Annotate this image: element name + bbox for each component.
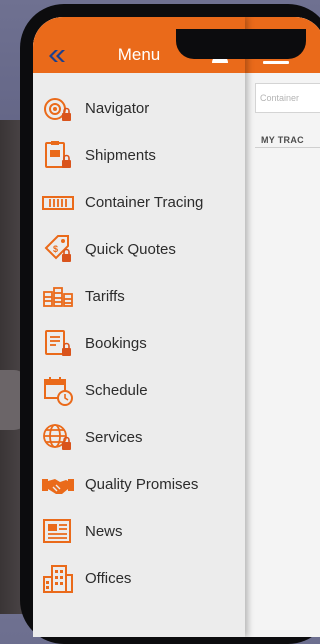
- app-screen: Container MY TRAC Menu Navigator Shipmen…: [33, 17, 320, 637]
- section-divider: [255, 147, 320, 148]
- menu-list: Navigator Shipments Container Tracing $ …: [33, 85, 245, 602]
- menu-item-quick-quotes[interactable]: $ Quick Quotes: [33, 226, 245, 273]
- menu-item-shipments[interactable]: Shipments: [33, 132, 245, 179]
- globe-services-icon: [41, 421, 75, 455]
- menu-item-container-tracing[interactable]: Container Tracing: [33, 179, 245, 226]
- menu-item-services[interactable]: Services: [33, 414, 245, 461]
- menu-item-bookings[interactable]: Bookings: [33, 320, 245, 367]
- menu-item-label: Bookings: [85, 335, 147, 352]
- bookings-icon: [41, 327, 75, 361]
- menu-item-label: News: [85, 523, 123, 540]
- menu-item-navigator[interactable]: Navigator: [33, 85, 245, 132]
- menu-item-schedule[interactable]: Schedule: [33, 367, 245, 414]
- section-title-my-tracing: MY TRAC: [261, 135, 304, 145]
- quote-tag-icon: $: [41, 233, 75, 267]
- search-input[interactable]: Container: [255, 83, 320, 113]
- menu-item-label: Offices: [85, 570, 132, 587]
- menu-item-label: Container Tracing: [85, 194, 204, 211]
- menu-item-label: Quick Quotes: [85, 241, 176, 258]
- menu-item-news[interactable]: News: [33, 508, 245, 555]
- container-icon: [41, 186, 75, 220]
- menu-item-label: Shipments: [85, 147, 156, 164]
- shipments-icon: [41, 139, 75, 173]
- phone-notch: [176, 29, 306, 59]
- svg-text:$: $: [53, 244, 58, 254]
- menu-item-label: Schedule: [85, 382, 148, 399]
- menu-item-label: Services: [85, 429, 143, 446]
- newspaper-icon: [41, 515, 75, 549]
- menu-item-label: Tariffs: [85, 288, 125, 305]
- tariffs-icon: [41, 280, 75, 314]
- menu-item-offices[interactable]: Offices: [33, 555, 245, 602]
- building-icon: [41, 562, 75, 596]
- menu-item-tariffs[interactable]: Tariffs: [33, 273, 245, 320]
- main-panel: Container MY TRAC: [245, 17, 320, 637]
- menu-item-quality-promises[interactable]: Quality Promises: [33, 461, 245, 508]
- side-drawer: Menu Navigator Shipments Container Traci…: [33, 17, 245, 637]
- menu-item-label: Navigator: [85, 100, 150, 117]
- schedule-icon: [41, 374, 75, 408]
- menu-item-label: Quality Promises: [85, 476, 199, 493]
- navigator-icon: [41, 92, 75, 126]
- handshake-icon: [41, 468, 75, 502]
